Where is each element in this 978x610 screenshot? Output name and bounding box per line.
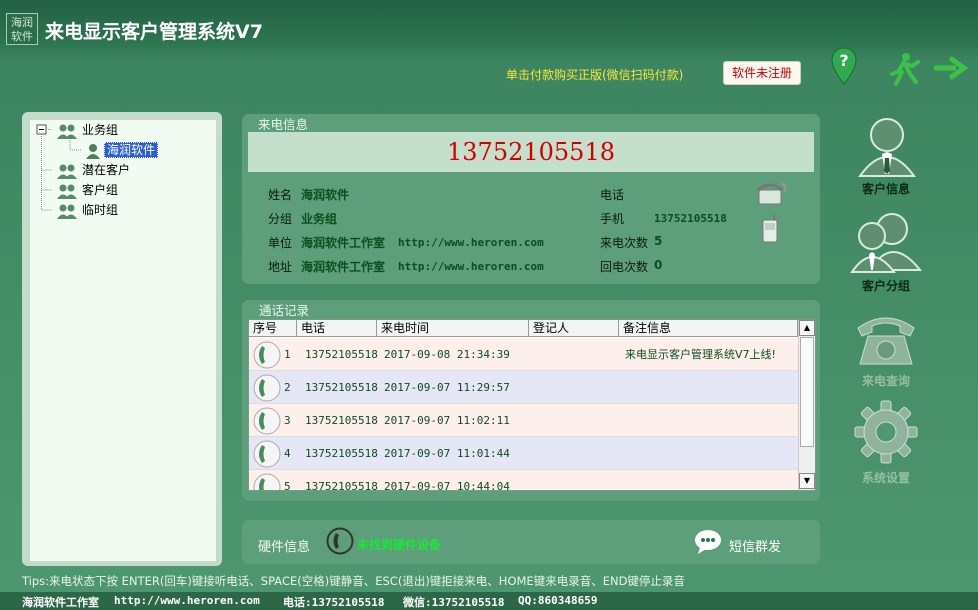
footer-qq: QQ:860348659 bbox=[518, 594, 598, 607]
call-log-table: 序号 电话 来电时间 登记人 备注信息 1 13752105518 2017-0… bbox=[248, 319, 816, 491]
group-tree: 业务组 海润软件 潜在客户 客户组 临时组 bbox=[30, 120, 216, 561]
customer-group-icon[interactable] bbox=[850, 212, 922, 274]
call-query-button[interactable]: 来电查询 bbox=[846, 372, 926, 389]
desk-phone-icon[interactable] bbox=[756, 180, 788, 206]
tree-node-temporary[interactable]: 临时组 bbox=[56, 201, 118, 219]
exit-icon[interactable] bbox=[890, 52, 968, 88]
tree-node-potential[interactable]: 潜在客户 bbox=[56, 161, 130, 179]
sms-icon[interactable] bbox=[694, 529, 722, 555]
col-header-no[interactable]: 序号 bbox=[249, 320, 297, 337]
table-row[interactable]: 5 13752105518 2017-09-07 10:44:04 bbox=[249, 470, 798, 490]
mobile-value: 13752105518 bbox=[654, 212, 727, 225]
phone-status-icon bbox=[326, 527, 354, 555]
group-label: 分组 bbox=[268, 212, 293, 226]
col-header-registrar[interactable]: 登记人 bbox=[529, 320, 619, 337]
company-label: 单位 bbox=[268, 236, 293, 250]
table-row[interactable]: 2 13752105518 2017-09-07 11:29:57 bbox=[249, 371, 798, 404]
mobile-label: 手机 bbox=[600, 212, 625, 226]
svg-text:?: ? bbox=[839, 51, 848, 70]
table-row[interactable]: 1 13752105518 2017-09-08 21:34:39 来电显示客户… bbox=[249, 338, 798, 371]
settings-gear-icon[interactable] bbox=[854, 400, 918, 464]
group-icon bbox=[57, 184, 77, 199]
phone-label: 电话 bbox=[600, 188, 625, 202]
call-icon bbox=[253, 440, 281, 468]
address-value: 海润软件工作室 bbox=[301, 260, 386, 274]
tree-node-heroren[interactable]: 海润软件 bbox=[86, 141, 159, 159]
register-button[interactable]: 软件未注册 bbox=[723, 61, 801, 85]
footer-studio: 海润软件工作室 bbox=[22, 596, 99, 609]
hardware-label: 硬件信息 bbox=[258, 540, 311, 555]
incoming-count-value: 5 bbox=[654, 234, 663, 248]
address-url: http://www.heroren.com bbox=[398, 260, 544, 273]
footer-wechat: 微信:13752105518 bbox=[403, 596, 505, 609]
company-value: 海润软件工作室 bbox=[301, 236, 386, 250]
group-icon bbox=[57, 164, 77, 179]
hardware-status: 未找到硬件设备 bbox=[357, 538, 442, 552]
customer-info-icon[interactable] bbox=[856, 116, 918, 178]
footer-bar: 海润软件工作室 http://www.heroren.com 电话:137521… bbox=[0, 592, 978, 610]
call-icon bbox=[253, 407, 281, 435]
col-header-time[interactable]: 来电时间 bbox=[377, 320, 529, 337]
scroll-up-button[interactable]: ▲ bbox=[799, 320, 815, 336]
call-log-title: 通话记录 bbox=[259, 303, 310, 318]
app-logo: 海润 软件 bbox=[6, 13, 38, 45]
col-header-phone[interactable]: 电话 bbox=[297, 320, 377, 337]
table-row[interactable]: 3 13752105518 2017-09-07 11:02:11 bbox=[249, 404, 798, 437]
footer-phone: 电话:13752105518 bbox=[283, 596, 385, 609]
footer-url[interactable]: http://www.heroren.com bbox=[114, 594, 260, 607]
col-header-note[interactable]: 备注信息 bbox=[619, 320, 798, 337]
help-icon[interactable]: ? bbox=[830, 46, 858, 86]
customer-group-button[interactable]: 客户分组 bbox=[846, 277, 926, 294]
window-title: 来电显示客户管理系统V7 bbox=[45, 21, 263, 43]
name-label: 姓名 bbox=[268, 188, 293, 202]
group-tree-panel: 业务组 海润软件 潜在客户 客户组 临时组 bbox=[22, 112, 222, 566]
settings-button[interactable]: 系统设置 bbox=[846, 469, 926, 486]
callback-count-label: 回电次数 bbox=[600, 260, 649, 274]
incoming-count-label: 来电次数 bbox=[600, 236, 649, 250]
group-value: 业务组 bbox=[301, 212, 338, 226]
call-icon bbox=[253, 473, 281, 490]
customer-info-button[interactable]: 客户信息 bbox=[846, 180, 926, 197]
scroll-down-button[interactable]: ▼ bbox=[799, 473, 815, 489]
caller-number-bar: 13752105518 bbox=[248, 132, 814, 172]
buy-link[interactable]: 单击付款购买正版(微信扫码付款) bbox=[506, 66, 683, 83]
tree-node-business-group[interactable]: 业务组 bbox=[56, 121, 118, 139]
table-scrollbar[interactable]: ▲ ▼ bbox=[798, 320, 815, 490]
tree-node-customers[interactable]: 客户组 bbox=[56, 181, 118, 199]
caller-info-title: 来电信息 bbox=[258, 117, 309, 132]
table-row[interactable]: 4 13752105518 2017-09-07 11:01:44 bbox=[249, 437, 798, 470]
call-icon bbox=[253, 341, 281, 369]
main-window: 海润 软件 来电显示客户管理系统V7 单击付款购买正版(微信扫码付款) 软件未注册… bbox=[0, 0, 978, 610]
company-url: http://www.heroren.com bbox=[398, 236, 544, 249]
callback-count-value: 0 bbox=[654, 258, 663, 272]
caller-number: 13752105518 bbox=[447, 138, 615, 166]
call-icon bbox=[253, 374, 281, 402]
scroll-thumb[interactable] bbox=[800, 337, 814, 447]
person-icon bbox=[86, 143, 100, 159]
call-query-icon[interactable] bbox=[854, 310, 918, 366]
mobile-phone-icon[interactable] bbox=[760, 214, 782, 244]
tips-text: Tips:来电状态下按 ENTER(回车)键接听电话、SPACE(空格)键静音、… bbox=[22, 574, 685, 588]
group-icon bbox=[57, 204, 77, 219]
name-value: 海润软件 bbox=[301, 188, 350, 202]
sms-broadcast-button[interactable]: 短信群发 bbox=[729, 536, 781, 555]
address-label: 地址 bbox=[268, 260, 293, 274]
group-icon bbox=[57, 124, 77, 139]
